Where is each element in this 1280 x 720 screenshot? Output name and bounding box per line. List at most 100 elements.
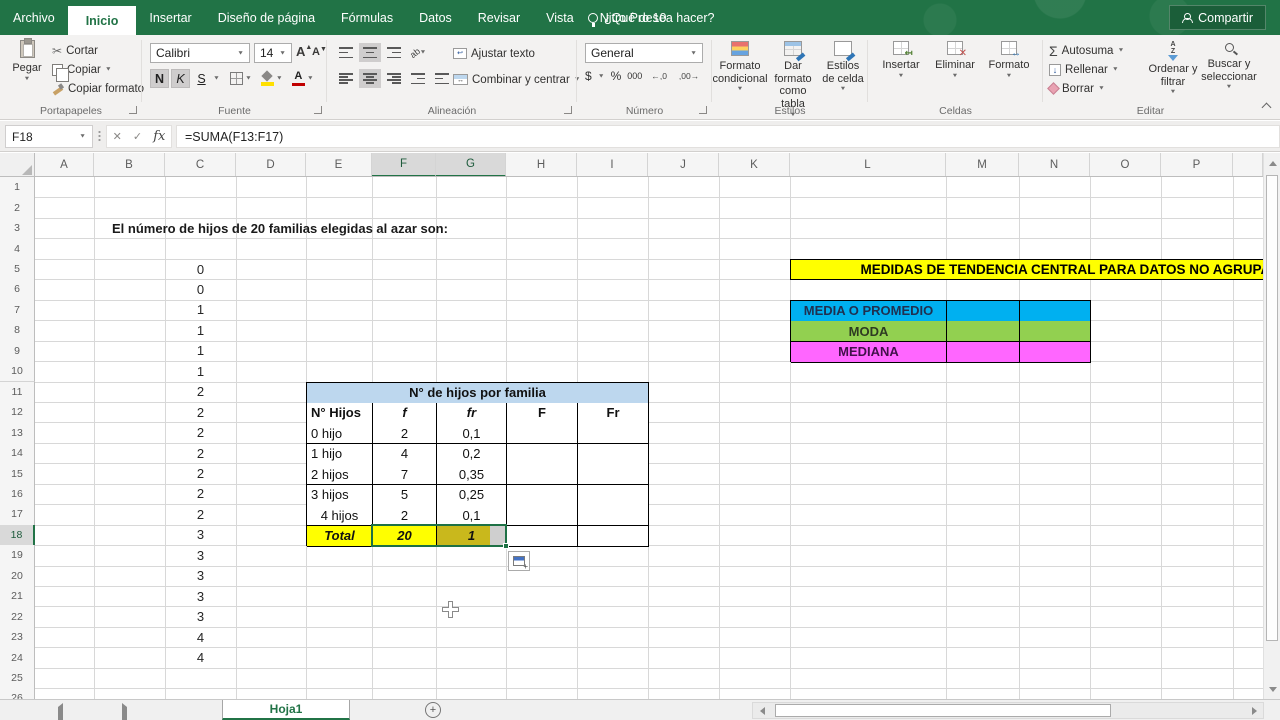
freq-header-NHijos[interactable]: N° Hijos bbox=[307, 403, 373, 424]
measure-value-cell[interactable] bbox=[947, 301, 1020, 322]
freq-cell[interactable]: 4 bbox=[373, 444, 437, 465]
freq-cell[interactable]: 0,25 bbox=[437, 485, 507, 506]
freq-total-label[interactable]: Total bbox=[307, 526, 373, 547]
insert-function-icon[interactable]: fx bbox=[153, 129, 165, 144]
cell-C8[interactable]: 1 bbox=[165, 320, 236, 340]
align-top-button[interactable] bbox=[335, 43, 357, 62]
cancel-entry-icon[interactable]: ✕ bbox=[113, 130, 122, 143]
cell-C22[interactable]: 3 bbox=[165, 606, 236, 626]
freq-cell[interactable] bbox=[578, 423, 649, 444]
freq-total-fr[interactable]: 1 bbox=[437, 526, 507, 547]
row-header-25[interactable]: 25 bbox=[0, 668, 35, 689]
row-header-11[interactable]: 11 bbox=[0, 382, 35, 403]
row-header-21[interactable]: 21 bbox=[0, 586, 35, 607]
column-header-A[interactable]: A bbox=[35, 153, 94, 177]
select-all-corner[interactable] bbox=[0, 153, 35, 177]
conditional-format-button[interactable]: Formato condicional▼ bbox=[714, 41, 766, 93]
column-header-F[interactable]: F bbox=[372, 153, 436, 177]
ribbon-tab-revisar[interactable]: Revisar bbox=[465, 0, 533, 35]
formula-bar-grip[interactable] bbox=[98, 130, 101, 143]
freq-row-label[interactable]: 2 hijos bbox=[307, 464, 373, 485]
insert-cells-button[interactable]: ↤ Insertar▼ bbox=[876, 41, 926, 80]
freq-cell[interactable]: 2 bbox=[373, 505, 437, 526]
percent-button[interactable]: % bbox=[611, 69, 622, 83]
increase-decimal-button[interactable]: ←,0 bbox=[648, 69, 670, 83]
new-sheet-button[interactable]: + bbox=[425, 702, 441, 718]
measure-label-mediana[interactable]: MEDIANA bbox=[791, 342, 947, 363]
fill-handle[interactable] bbox=[503, 543, 509, 549]
clear-button[interactable]: Borrar▼ bbox=[1049, 79, 1124, 98]
scroll-right-icon[interactable] bbox=[1247, 706, 1261, 716]
align-left-button[interactable] bbox=[335, 69, 357, 88]
currency-button[interactable]: $ bbox=[585, 69, 592, 83]
cell-C7[interactable]: 1 bbox=[165, 300, 236, 320]
cell-C5[interactable]: 0 bbox=[165, 259, 236, 279]
name-box[interactable]: F18▼ bbox=[5, 125, 93, 148]
cell-C24[interactable]: 4 bbox=[165, 647, 236, 667]
freq-header-f[interactable]: f bbox=[373, 403, 437, 424]
fill-color-icon[interactable] bbox=[261, 72, 274, 86]
cell-C17[interactable]: 2 bbox=[165, 504, 236, 524]
column-header-K[interactable]: K bbox=[719, 153, 790, 177]
column-header-M[interactable]: M bbox=[946, 153, 1019, 177]
ribbon-tab-datos[interactable]: Datos bbox=[406, 0, 465, 35]
column-header-E[interactable]: E bbox=[306, 153, 372, 177]
find-select-button[interactable]: Buscar y seleccionar▼ bbox=[1201, 41, 1257, 91]
align-right-button[interactable] bbox=[383, 69, 405, 88]
freq-total-F[interactable] bbox=[507, 526, 578, 547]
share-button[interactable]: Compartir bbox=[1169, 5, 1266, 30]
shrink-font-button[interactable]: A▼ bbox=[312, 46, 327, 58]
freq-cell[interactable]: 0,1 bbox=[437, 423, 507, 444]
sort-filter-button[interactable]: AZ Ordenar y filtrar▼ bbox=[1147, 41, 1199, 96]
number-format-combo[interactable]: General▼ bbox=[585, 43, 703, 63]
cell-C10[interactable]: 1 bbox=[165, 361, 236, 381]
freq-cell[interactable]: 0,1 bbox=[437, 505, 507, 526]
font-color-icon[interactable]: A bbox=[292, 71, 305, 86]
prev-sheet-icon[interactable] bbox=[58, 707, 63, 720]
row-header-23[interactable]: 23 bbox=[0, 627, 35, 648]
autofill-options-button[interactable] bbox=[508, 551, 530, 571]
worksheet-grid[interactable]: 1234567891011121314151617181920212223242… bbox=[0, 177, 1263, 699]
freq-cell[interactable] bbox=[578, 464, 649, 485]
measure-value-cell[interactable] bbox=[947, 342, 1020, 363]
dialog-launcher-icon[interactable] bbox=[699, 106, 707, 114]
row-header-3[interactable]: 3 bbox=[0, 218, 35, 239]
cell-C16[interactable]: 2 bbox=[165, 484, 236, 504]
collapse-ribbon-icon[interactable] bbox=[1262, 103, 1272, 113]
scroll-left-icon[interactable] bbox=[755, 706, 769, 716]
freq-cell[interactable] bbox=[507, 505, 578, 526]
italic-button[interactable]: K bbox=[171, 69, 190, 88]
formula-input[interactable]: =SUMA(F13:F17) bbox=[176, 125, 1280, 148]
freq-cell[interactable] bbox=[507, 485, 578, 506]
freq-row-label[interactable]: 3 hijos bbox=[307, 485, 373, 506]
column-header-L[interactable]: L bbox=[790, 153, 946, 177]
cut-button[interactable]: ✂Cortar bbox=[52, 41, 144, 60]
freq-cell[interactable]: 5 bbox=[373, 485, 437, 506]
row-header-13[interactable]: 13 bbox=[0, 422, 35, 443]
column-header-B[interactable]: B bbox=[94, 153, 165, 177]
cell-C20[interactable]: 3 bbox=[165, 566, 236, 586]
freq-row-label[interactable]: 4 hijos bbox=[307, 505, 373, 526]
row-header-15[interactable]: 15 bbox=[0, 463, 35, 484]
row-header-9[interactable]: 9 bbox=[0, 341, 35, 362]
freq-cell[interactable]: 0,35 bbox=[437, 464, 507, 485]
central-tendency-banner[interactable]: MEDIDAS DE TENDENCIA CENTRAL PARA DATOS … bbox=[790, 259, 1263, 280]
measure-value-cell[interactable] bbox=[1020, 342, 1091, 363]
cell-C21[interactable]: 3 bbox=[165, 586, 236, 606]
freq-header-F[interactable]: F bbox=[507, 403, 578, 424]
cell-styles-button[interactable]: Estilos de celda▼ bbox=[820, 41, 866, 93]
row-header-10[interactable]: 10 bbox=[0, 361, 35, 382]
row-header-16[interactable]: 16 bbox=[0, 484, 35, 505]
freq-total-Fr[interactable] bbox=[578, 526, 649, 547]
row-header-26[interactable]: 26 bbox=[0, 688, 35, 699]
column-header-J[interactable]: J bbox=[648, 153, 719, 177]
row-header-7[interactable]: 7 bbox=[0, 300, 35, 321]
copy-button[interactable]: Copiar▼ bbox=[52, 60, 144, 79]
autosum-button[interactable]: ΣAutosuma▼ bbox=[1049, 41, 1124, 60]
freq-cell[interactable] bbox=[578, 444, 649, 465]
horizontal-scrollbar[interactable] bbox=[752, 702, 1264, 719]
freq-cell[interactable] bbox=[578, 485, 649, 506]
align-bottom-button[interactable] bbox=[383, 43, 405, 62]
column-header-N[interactable]: N bbox=[1019, 153, 1090, 177]
decrease-decimal-button[interactable]: ,00→ bbox=[676, 69, 702, 83]
